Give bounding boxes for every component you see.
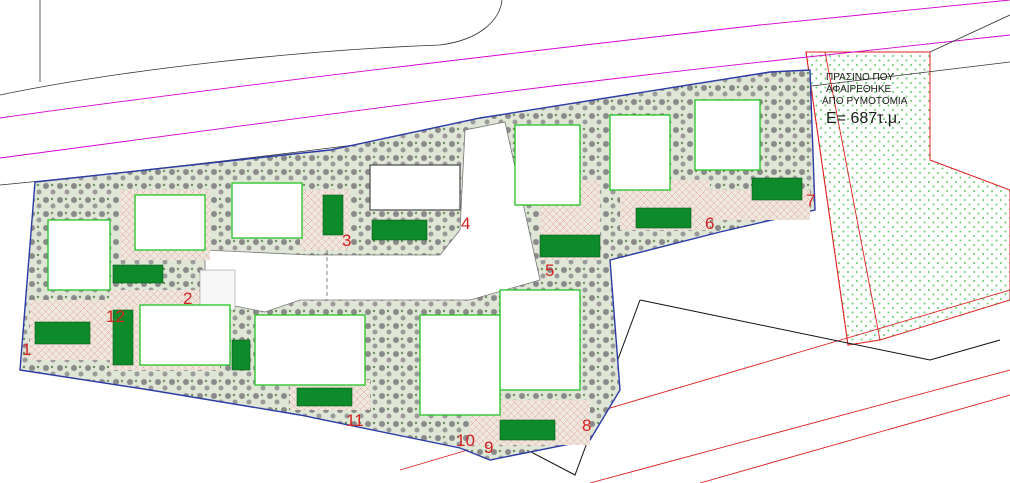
lot-number-5: 5 [545, 261, 554, 280]
house-lot-11 [254, 314, 366, 386]
note-area: E= 687τ.μ. [826, 110, 902, 127]
house-lot-8 [499, 289, 581, 391]
lot-number-11: 11 [346, 411, 364, 430]
lot-number-1: 1 [22, 340, 31, 359]
house-lot-12 [139, 304, 231, 366]
lot-number-7: 7 [806, 191, 815, 210]
lot-number-8: 8 [582, 416, 591, 435]
lot-number-9: 9 [484, 438, 493, 457]
note-line-2: ΑΦΑΙΡΕΘΗΚΕ [826, 84, 892, 95]
house-lot-2 [134, 194, 206, 251]
note-line-1: ΠΡΑΣΙΝΟ ΠΟΥ [826, 72, 894, 83]
lot-number-4: 4 [461, 214, 470, 233]
lot-number-10: 10 [456, 431, 475, 450]
lot-number-3: 3 [342, 231, 351, 250]
lot-number-12: 12 [106, 307, 125, 326]
house-lot-4 [369, 164, 461, 211]
house-lot-3 [231, 182, 303, 239]
house-lot-1 [47, 219, 111, 291]
lot-number-2: 2 [183, 289, 192, 308]
note-line-3: ΑΠΟ ΡΥΜΟΤΟΜΙΑ [822, 96, 908, 107]
house-lot-9-10 [419, 314, 501, 416]
house-lot-6 [609, 114, 671, 191]
house-lot-7 [694, 99, 761, 171]
house-lot-5 [514, 124, 581, 206]
lot-number-6: 6 [705, 214, 714, 233]
site-plan: 1 2 3 4 5 6 7 8 9 10 11 12 ΠΡΑΣΙΝΟ ΠΟΥ Α… [0, 0, 1010, 483]
